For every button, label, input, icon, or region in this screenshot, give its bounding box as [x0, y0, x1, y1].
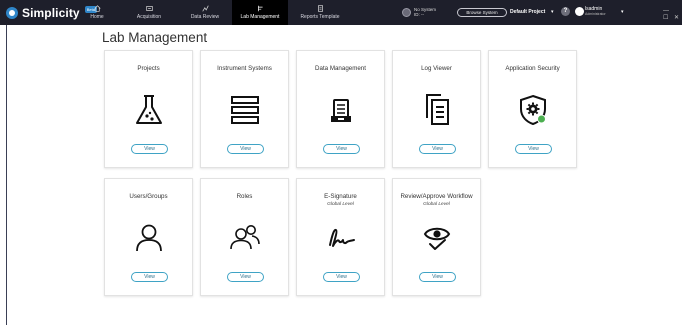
card-log-viewer: Log Viewer View	[392, 50, 481, 168]
e-signature-view-button[interactable]: View	[323, 272, 360, 282]
brand[interactable]: Simplicity Beta	[6, 5, 97, 20]
card-review-approve-workflow: Review/Approve Workflow Global Level Vie…	[392, 178, 481, 296]
nav-data-review-label: Data Review	[190, 14, 220, 20]
application-security-view-button[interactable]: View	[515, 144, 552, 154]
nav-lab-management-label: Lab Management	[240, 14, 280, 20]
card-title: Review/Approve Workflow	[400, 193, 473, 200]
top-navigation-bar: Simplicity Beta Home Acquisition Data Re…	[0, 0, 682, 25]
nav-lab-management[interactable]: Lab Management	[232, 0, 288, 25]
card-data-management: Data Management View	[296, 50, 385, 168]
simplicity-logo-icon	[6, 6, 18, 19]
documents-icon	[426, 94, 449, 125]
avatar[interactable]	[575, 7, 584, 16]
system-status-icon	[402, 7, 411, 17]
chevron-down-icon[interactable]: ▾	[551, 9, 554, 15]
nav-acquisition-label: Acquisition	[136, 14, 162, 20]
help-icon[interactable]: ?	[561, 7, 570, 16]
system-status: No System ID: --	[402, 7, 436, 17]
card-projects: Projects View	[104, 50, 193, 168]
log-viewer-view-button[interactable]: View	[419, 144, 456, 154]
eye-check-icon	[423, 227, 451, 250]
users-groups-view-button[interactable]: View	[131, 272, 168, 282]
user-icon	[136, 224, 162, 252]
projects-view-button[interactable]: View	[131, 144, 168, 154]
card-title: Projects	[137, 65, 160, 72]
card-instrument-systems: Instrument Systems View	[200, 50, 289, 168]
card-title: Application Security	[505, 65, 560, 72]
nav-reports-template[interactable]: Reports Template	[292, 0, 348, 25]
reports-template-icon	[317, 5, 323, 12]
acquisition-icon	[145, 6, 153, 11]
card-title: Log Viewer	[421, 65, 452, 72]
card-roles: Roles View	[200, 178, 289, 296]
card-title: E-Signature	[324, 193, 357, 200]
review-approve-workflow-view-button[interactable]: View	[419, 272, 456, 282]
nav-home-label: Home	[90, 14, 104, 20]
home-icon	[93, 5, 101, 12]
card-application-security: Application Security View	[488, 50, 577, 168]
card-users-groups: Users/Groups View	[104, 178, 193, 296]
shield-gear-icon	[520, 94, 546, 126]
card-title: Instrument Systems	[217, 65, 272, 72]
data-review-icon	[201, 5, 209, 12]
users-icon	[230, 225, 260, 250]
project-selector[interactable]: Default Project	[510, 9, 545, 15]
user-menu-chevron-icon[interactable]: ▾	[621, 9, 624, 15]
browse-system-button[interactable]: Browse System	[457, 8, 507, 17]
stack-icon	[231, 96, 259, 124]
flask-icon	[136, 95, 162, 124]
instrument-systems-view-button[interactable]: View	[227, 144, 264, 154]
data-management-view-button[interactable]: View	[323, 144, 360, 154]
brand-name: Simplicity	[22, 5, 80, 20]
system-id: ID: --	[414, 12, 424, 17]
nav-acquisition[interactable]: Acquisition	[121, 0, 177, 25]
nav-reports-template-label: Reports Template	[300, 14, 340, 20]
roles-view-button[interactable]: View	[227, 272, 264, 282]
signature-icon	[329, 228, 355, 247]
left-divider	[6, 25, 7, 325]
card-title: Users/Groups	[129, 193, 168, 200]
page-title: Lab Management	[102, 30, 208, 45]
card-subtitle: Global Level	[423, 202, 450, 207]
archive-icon	[331, 99, 351, 122]
card-title: Roles	[236, 193, 253, 200]
lab-management-icon	[257, 5, 263, 12]
nav-data-review[interactable]: Data Review	[184, 0, 226, 25]
window-controls[interactable]: — ☐ ✕	[663, 8, 682, 21]
card-subtitle: Global Level	[327, 202, 354, 207]
user-role: Administrator	[585, 12, 606, 16]
card-e-signature: E-Signature Global Level View	[296, 178, 385, 296]
card-title: Data Management	[315, 65, 366, 72]
nav-home[interactable]: Home	[86, 0, 108, 25]
